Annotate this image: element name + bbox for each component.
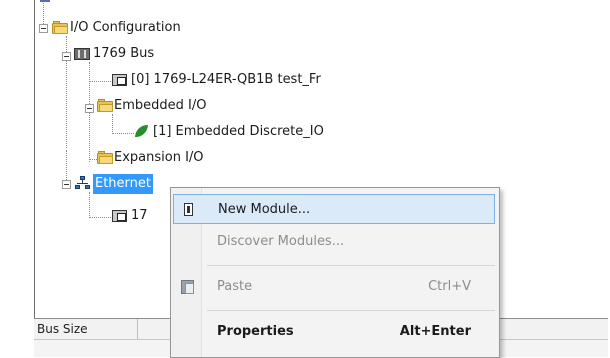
menu-item-label: Discover Modules... <box>217 234 345 249</box>
menu-item-shortcut: Ctrl+V <box>428 279 471 294</box>
menu-item-properties[interactable]: Properties Alt+Enter <box>173 317 495 347</box>
embedded-io-expander[interactable] <box>85 104 94 113</box>
menu-item-label: New Module... <box>218 202 311 217</box>
menu-separator <box>207 310 495 311</box>
menu-item-paste[interactable]: Paste Ctrl+V <box>173 272 495 302</box>
tree-connector <box>112 114 113 134</box>
ethernet-expander[interactable] <box>62 180 71 189</box>
tree-node-label: [1] Embedded Discrete_IO <box>153 124 324 139</box>
context-menu: New Module... Discover Modules... Paste … <box>170 187 500 358</box>
tree-node-label: 1769 Bus <box>93 46 155 61</box>
tree-node-label: Embedded I/O <box>114 98 207 113</box>
discrete-io-icon <box>134 124 150 138</box>
menu-item-label: Properties <box>217 324 294 339</box>
grid-column-bus-size: Bus Size <box>34 319 138 339</box>
menu-item-new-module[interactable]: New Module... <box>173 194 495 224</box>
tree-node-label: Ethernet <box>93 174 153 194</box>
menu-item-discover-modules[interactable]: Discover Modules... <box>173 227 495 257</box>
ethernet-module-icon <box>112 209 128 223</box>
controller-module-icon <box>112 73 128 87</box>
tree-connector <box>89 217 111 218</box>
tree-node-label: I/O Configuration <box>70 20 181 35</box>
folder-open-icon <box>52 21 68 35</box>
tree-connector <box>66 150 67 182</box>
bus-expander[interactable] <box>62 52 71 61</box>
new-module-icon <box>182 202 196 218</box>
network-icon <box>75 176 91 190</box>
partial-icon <box>38 0 54 8</box>
folder-open-icon <box>97 99 113 113</box>
rack-icon <box>74 47 90 61</box>
menu-separator <box>207 265 495 266</box>
tree-connector <box>89 192 90 218</box>
tree-connector <box>89 81 111 82</box>
tree-connector <box>89 159 97 160</box>
tree-node-label: 17 <box>131 208 148 223</box>
paste-icon <box>181 279 195 295</box>
folder-icon <box>97 151 113 165</box>
io-configuration-expander[interactable] <box>39 24 48 33</box>
grid-column-blank <box>138 319 172 339</box>
tree-node-label: [0] 1769-L24ER-QB1B test_Fr <box>131 72 321 87</box>
tree-connector <box>112 133 134 134</box>
menu-item-shortcut: Alt+Enter <box>399 324 471 339</box>
menu-item-label: Paste <box>217 279 253 294</box>
tree-node-label: Expansion I/O <box>114 150 204 165</box>
